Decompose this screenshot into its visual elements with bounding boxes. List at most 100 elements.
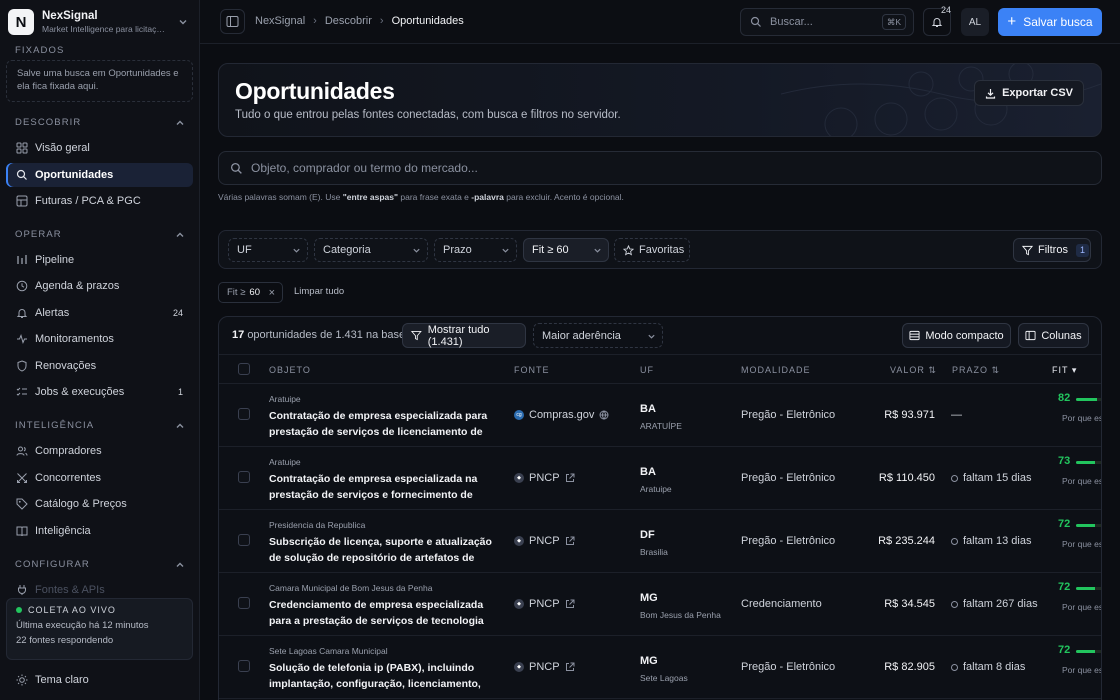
row-source[interactable]: ◆ PNCP [514,535,575,547]
table-row[interactable]: Aratuipe Contratação de empresa especial… [219,447,1101,510]
compact-mode-button[interactable]: Modo compacto [902,323,1011,348]
pulse-icon [17,334,27,344]
theme-toggle[interactable]: Tema claro [16,674,89,686]
sort-select[interactable]: Maior aderência [533,323,663,348]
row-value: R$ 235.244 [878,535,935,547]
external-link-icon [565,599,575,609]
close-icon[interactable]: × [269,287,275,299]
sidebar-item-label: Inteligência [35,525,91,537]
column-header-prazo[interactable]: PRAZO ⇅ [952,365,1000,376]
sidebar-item-futuras[interactable]: Futuras / PCA & PGC [6,189,193,213]
row-source[interactable]: ◆ PNCP [514,661,575,673]
sidebar-item-concorrentes[interactable]: Concorrentes [6,466,193,490]
book-icon [16,526,28,537]
row-city: Bom Jesus da Penha [640,610,721,620]
fit-explanation-link[interactable]: Por que essa pontuação [1062,412,1101,425]
sidebar-item-compradores[interactable]: Compradores [6,439,193,463]
row-value: R$ 93.971 [884,409,935,421]
search-icon [16,169,27,180]
sidebar-item-catalogo[interactable]: Catálogo & Preços [6,492,193,516]
fit-select[interactable]: Fit ≥ 60 [523,238,609,262]
row-title-link[interactable]: Credenciamento de empresa especializada … [269,597,497,629]
row-title-link[interactable]: Subscrição de licença, suporte e atualiz… [269,534,497,566]
breadcrumb-item[interactable]: NexSignal [255,15,305,27]
row-checkbox[interactable] [238,471,250,483]
row-title-link[interactable]: Contratação de empresa especializada na … [269,471,497,503]
sidebar-item-monitoramentos[interactable]: Monitoramentos [6,327,193,351]
table-row[interactable]: Presidencia da Republica Subscrição de l… [219,510,1101,573]
chevron-down-icon [648,334,655,339]
fit-bar [1076,398,1101,401]
section-inteligencia[interactable]: INTELIGÊNCIA [15,420,185,431]
swords-icon [17,473,27,483]
chip-value: 60 [249,287,260,298]
row-checkbox[interactable] [238,534,250,546]
sidebar-item-jobs[interactable]: Jobs & execuções 1 [6,380,193,404]
breadcrumb-item[interactable]: Descobrir [325,15,372,27]
select-all-checkbox[interactable] [238,363,250,375]
opportunity-search-input[interactable]: Objeto, comprador ou termo do mercado... [218,151,1102,185]
column-header-modalidade[interactable]: MODALIDADE [741,365,811,375]
uf-select[interactable]: UF [228,238,308,262]
column-header-uf[interactable]: UF [640,365,654,375]
row-title-link[interactable]: Solução de telefonia ip (PABX), incluind… [269,660,497,692]
row-buyer: Aratuipe [269,457,301,467]
workspace-switcher[interactable]: N NexSignal Market Intelligence para lic… [8,8,192,36]
sidebar-item-visao-geral[interactable]: Visão geral [6,136,193,160]
table-row[interactable]: Camara Municipal de Bom Jesus da Penha C… [219,573,1101,636]
category-select[interactable]: Categoria [314,238,428,262]
fit-bar [1076,650,1101,653]
row-checkbox[interactable] [238,660,250,672]
row-source[interactable]: ◆ PNCP [514,598,575,610]
fit-explanation-link[interactable]: Por que essa pontuação [1062,538,1101,551]
section-configurar[interactable]: CONFIGURAR [15,559,185,570]
page-header: Oportunidades Tudo o que entrou pelas fo… [218,63,1102,137]
table-row[interactable]: Sete Lagoas Camara Municipal Solução de … [219,636,1101,699]
sidebar-item-renovacoes[interactable]: Renovações [6,354,193,378]
export-csv-button[interactable]: Exportar CSV [974,80,1084,106]
save-search-button[interactable]: + Salvar busca [998,8,1102,36]
chevron-down-icon [502,248,509,253]
row-title-link[interactable]: Contratação de empresa especializada par… [269,408,497,440]
download-icon [985,88,996,99]
row-checkbox[interactable] [238,597,250,609]
sidebar-item-agenda[interactable]: Agenda & prazos [6,274,193,298]
show-all-button[interactable]: Mostrar tudo (1.431) [402,323,526,348]
fit-select-label: Fit ≥ 60 [532,244,569,256]
avatar[interactable]: AL [961,8,989,36]
sidebar-toggle-button[interactable] [220,9,245,34]
chevron-right-icon: › [379,15,384,27]
filters-button[interactable]: Filtros 1 [1013,238,1091,262]
columns-label: Colunas [1041,329,1082,342]
column-header-fonte[interactable]: FONTE [514,365,550,375]
row-checkbox[interactable] [238,408,250,420]
section-descobrir[interactable]: DESCOBRIR [15,117,185,128]
clear-all-link[interactable]: Limpar tudo [294,286,344,297]
deadline-select[interactable]: Prazo [434,238,517,262]
row-deadline: — [951,409,962,421]
hint-part: para excluir. Acento é opcional. [503,192,624,202]
columns-button[interactable]: Colunas [1018,323,1089,348]
sidebar-item-oportunidades[interactable]: Oportunidades [6,163,193,187]
row-buyer: Presidencia da Republica [269,520,366,530]
chevron-down-icon [293,248,300,253]
fit-explanation-link[interactable]: Por que essa pontuação [1062,664,1101,677]
column-header-valor[interactable]: VALOR ⇅ [890,365,937,376]
fit-explanation-link[interactable]: Por que essa pontuação [1062,601,1101,614]
fit-note-text: Por que essa pontuação [1062,539,1101,549]
table-row[interactable]: Aratuipe Contratação de empresa especial… [219,384,1101,447]
global-search-input[interactable]: Buscar... ⌘K [740,8,914,36]
favorites-toggle[interactable]: Favoritas [614,238,690,262]
column-header-fit[interactable]: FIT ▾ [1052,365,1077,376]
column-header-objeto[interactable]: OBJETO [269,365,311,375]
section-operar[interactable]: OPERAR [15,229,185,240]
sidebar-item-pipeline[interactable]: Pipeline [6,248,193,272]
fit-explanation-link[interactable]: Por que essa pontuação [1062,475,1101,488]
row-source[interactable]: ◆ PNCP [514,472,575,484]
fit-bar-fill [1076,650,1095,653]
fit-bar-fill [1076,587,1095,590]
row-source[interactable]: cg Compras.gov [514,409,609,421]
sidebar-item-alertas[interactable]: Alertas 24 [6,301,193,325]
row-deadline: faltam 8 dias [951,661,1025,673]
sidebar-item-inteligencia[interactable]: Inteligência [6,519,193,543]
